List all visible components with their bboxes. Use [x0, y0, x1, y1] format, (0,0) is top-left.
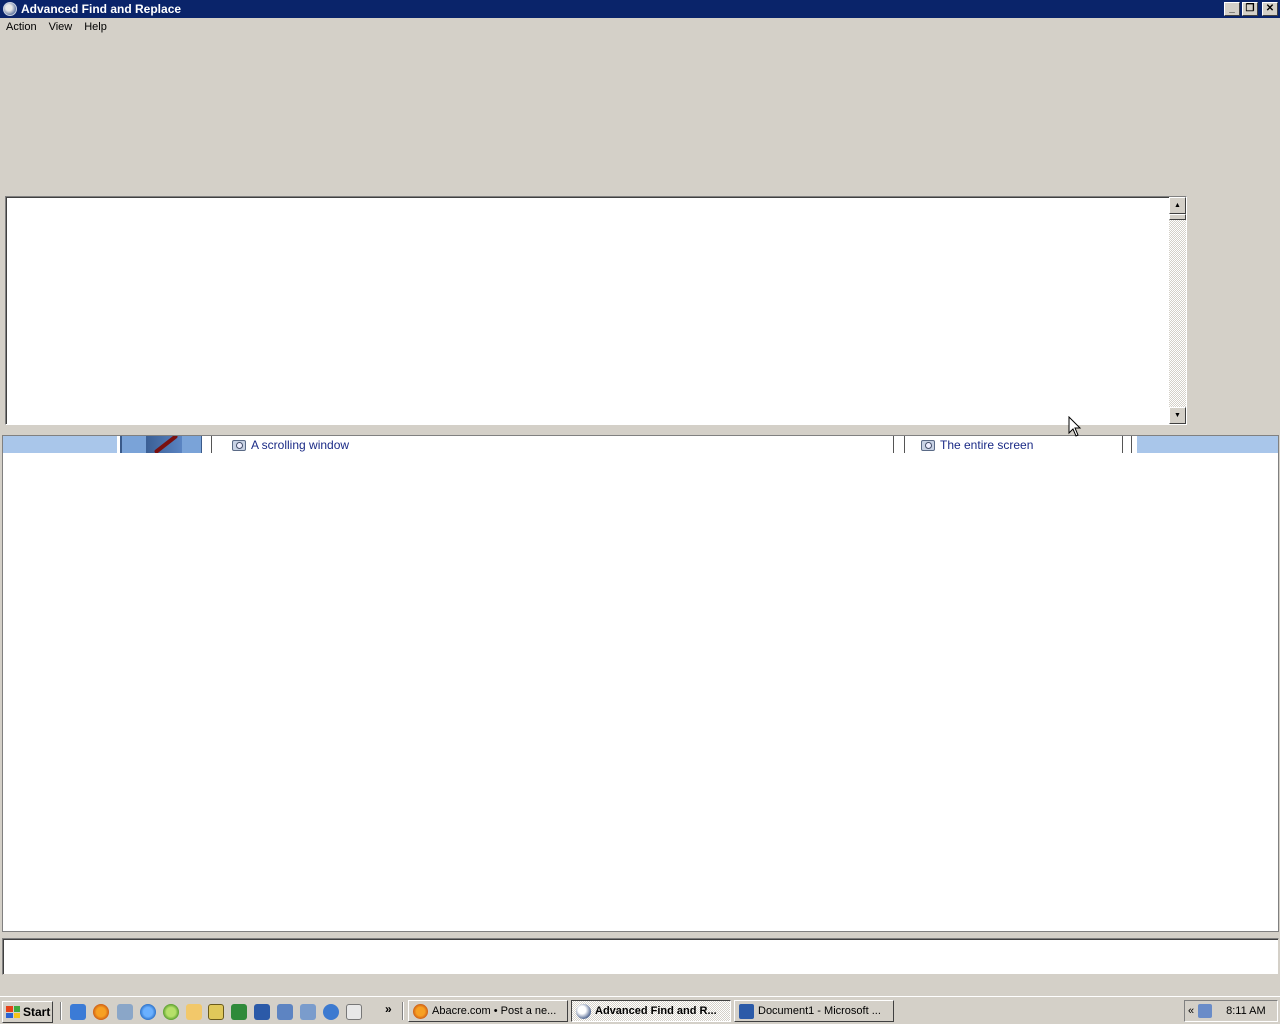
quicklaunch-ie-icon[interactable]: [70, 1004, 86, 1020]
quicklaunch-screen-icon[interactable]: [300, 1004, 316, 1020]
clock[interactable]: 8:11 AM: [1226, 1005, 1266, 1017]
taskbar-separator: [402, 1002, 404, 1020]
vertical-scrollbar[interactable]: ▲ ▼: [1169, 197, 1186, 424]
banner-left-block: [3, 436, 117, 453]
quicklaunch-network-icon[interactable]: [117, 1004, 133, 1020]
word-icon: [739, 1003, 754, 1019]
windows-logo-icon: [6, 1006, 20, 1018]
camera-icon: [921, 439, 935, 451]
task-label: Document1 - Microsoft ...: [758, 1005, 881, 1017]
start-button[interactable]: Start: [2, 1001, 53, 1023]
window-controls: _ ❐ ✕: [1224, 2, 1278, 16]
divider: [211, 436, 212, 453]
divider: [904, 436, 905, 453]
close-button[interactable]: ✕: [1262, 2, 1278, 16]
app-icon: [3, 2, 17, 16]
firefox-icon: [413, 1003, 428, 1019]
taskbar-separator: [60, 1002, 62, 1020]
capture-scrolling-window-link[interactable]: A scrolling window: [232, 437, 349, 453]
capture-entire-screen-link[interactable]: The entire screen: [921, 437, 1033, 453]
scroll-up-button[interactable]: ▲: [1169, 197, 1186, 214]
window-title: Advanced Find and Replace: [21, 2, 182, 16]
mouse-cursor-icon: [1068, 416, 1082, 437]
preview-pane[interactable]: A scrolling window The entire screen: [2, 435, 1279, 932]
tray-expand-button[interactable]: «: [1188, 1005, 1194, 1017]
quicklaunch-word-icon[interactable]: [254, 1004, 270, 1020]
quicklaunch-excel-icon[interactable]: [231, 1004, 247, 1020]
menu-help[interactable]: Help: [78, 19, 113, 37]
task-button-firefox[interactable]: Abacre.com • Post a ne...: [408, 1000, 568, 1022]
banner-right-block: [1137, 436, 1278, 453]
task-button-word[interactable]: Document1 - Microsoft ...: [734, 1000, 894, 1022]
capture-scrolling-window-label: A scrolling window: [251, 438, 350, 452]
quicklaunch-notepad-icon[interactable]: [346, 1004, 362, 1020]
capture-banner-strip: A scrolling window The entire screen: [3, 436, 1278, 453]
quicklaunch-more-button[interactable]: »: [385, 1002, 392, 1016]
restore-button[interactable]: ❐: [1242, 2, 1258, 16]
task-label: Advanced Find and R...: [595, 1005, 717, 1017]
task-button-find-replace[interactable]: Advanced Find and R...: [571, 1000, 731, 1022]
quicklaunch-mail-icon[interactable]: [186, 1004, 202, 1020]
quicklaunch-firefox-icon[interactable]: [93, 1004, 109, 1020]
banner-image: [120, 436, 202, 453]
divider: [893, 436, 894, 453]
quicklaunch-browser-icon[interactable]: [323, 1004, 339, 1020]
camera-icon: [232, 439, 246, 451]
scroll-down-button[interactable]: ▼: [1169, 407, 1186, 424]
menu-action[interactable]: Action: [0, 19, 43, 37]
menu-view[interactable]: View: [43, 19, 79, 37]
start-label: Start: [23, 1005, 51, 1019]
title-bar: Advanced Find and Replace _ ❐ ✕: [0, 0, 1280, 18]
quicklaunch-outlook-icon[interactable]: [277, 1004, 293, 1020]
scroll-thumb[interactable]: [1169, 214, 1186, 220]
network-icon[interactable]: [1198, 1004, 1213, 1018]
taskbar: Start » Abacre.com • Post a ne... Advanc…: [0, 996, 1280, 1024]
quicklaunch-green-app-icon[interactable]: [163, 1004, 179, 1020]
menu-bar: Action View Help: [0, 19, 113, 37]
divider: [1122, 436, 1123, 453]
results-text-area[interactable]: ▲ ▼: [5, 196, 1187, 425]
status-field[interactable]: [2, 938, 1279, 975]
capture-entire-screen-label: The entire screen: [940, 438, 1034, 452]
quicklaunch-folder-icon[interactable]: [208, 1004, 224, 1020]
quicklaunch-refresh-icon[interactable]: [140, 1004, 156, 1020]
minimize-button[interactable]: _: [1224, 2, 1240, 16]
divider: [1131, 436, 1132, 453]
find-replace-icon: [576, 1003, 591, 1019]
system-tray: « 8:11 AM: [1184, 1000, 1278, 1022]
task-label: Abacre.com • Post a ne...: [432, 1005, 557, 1017]
